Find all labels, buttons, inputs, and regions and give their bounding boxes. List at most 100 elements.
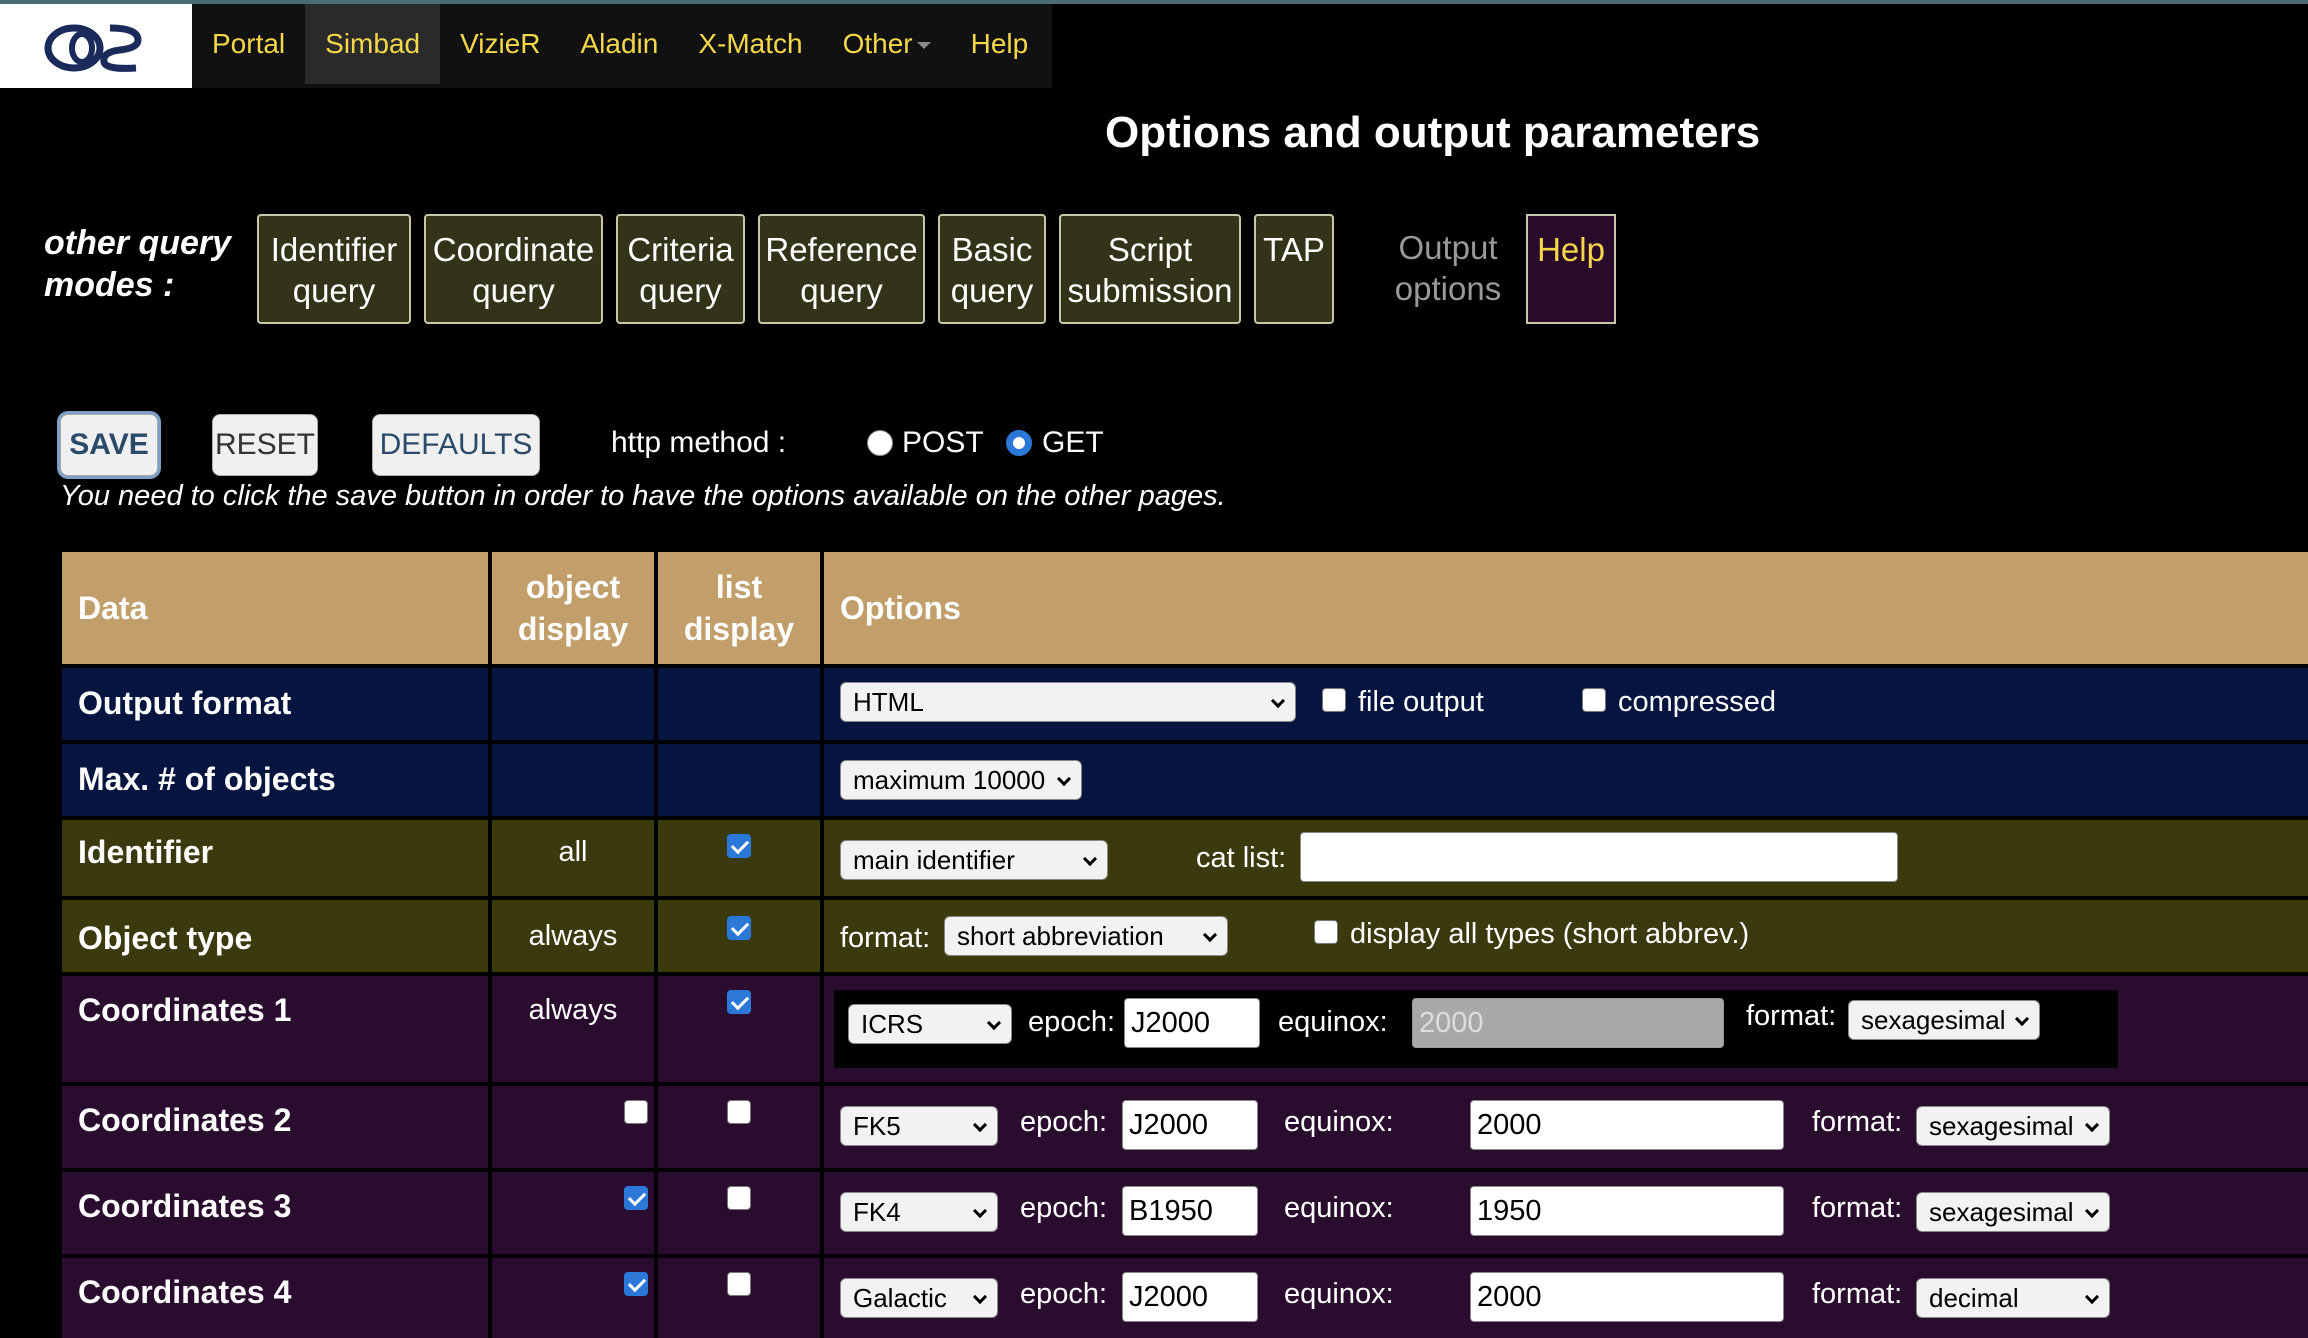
object-cell bbox=[492, 744, 654, 816]
button-line: query bbox=[800, 272, 883, 309]
coords2-list-checkbox[interactable] bbox=[727, 1100, 751, 1124]
list-cell bbox=[658, 668, 820, 740]
coords2-equinox-input[interactable]: 2000 bbox=[1470, 1100, 1784, 1150]
reference-query-button[interactable]: Reference query bbox=[758, 214, 925, 324]
list-cell bbox=[658, 820, 820, 896]
table-row: Coordinates 3 FK4 epoch: B1950 equinox: … bbox=[62, 1172, 2308, 1254]
chevron-down-icon bbox=[916, 42, 931, 50]
chevron-down-icon bbox=[2084, 1203, 2100, 1219]
http-method-label: http method : bbox=[611, 426, 787, 459]
button-line: Coordinate bbox=[432, 231, 595, 268]
options-cell: maximum 10000 bbox=[824, 744, 2308, 816]
chevron-down-icon bbox=[986, 1015, 1002, 1031]
main-nav: Portal Simbad VizieR Aladin X-Match Othe… bbox=[192, 4, 1052, 88]
nav-help[interactable]: Help bbox=[951, 4, 1049, 84]
header-line: display bbox=[683, 611, 795, 647]
compressed-checkbox[interactable] bbox=[1582, 688, 1606, 712]
post-radio[interactable] bbox=[867, 430, 893, 456]
coordinate-query-button[interactable]: Coordinate query bbox=[424, 214, 603, 324]
cat-list-input[interactable] bbox=[1300, 832, 1898, 882]
nav-aladin[interactable]: Aladin bbox=[561, 4, 679, 84]
coords3-object-checkbox[interactable] bbox=[624, 1186, 648, 1210]
object-cell bbox=[492, 1258, 654, 1338]
header-list-display: list display bbox=[658, 552, 820, 664]
row-name: Coordinates 1 bbox=[62, 976, 488, 1082]
header-options: Options bbox=[824, 552, 2308, 664]
identifier-query-button[interactable]: Identifier query bbox=[257, 214, 411, 324]
coords3-list-checkbox[interactable] bbox=[727, 1186, 751, 1210]
coords1-group: ICRS epoch: J2000 equinox: 2000 format: … bbox=[834, 990, 2118, 1068]
coords3-format-select[interactable]: sexagesimal bbox=[1916, 1192, 2110, 1232]
coords1-epoch-input[interactable]: J2000 bbox=[1124, 998, 1260, 1048]
defaults-button[interactable]: DEFAULTS bbox=[372, 414, 540, 476]
list-cell bbox=[658, 744, 820, 816]
nav-other-label: Other bbox=[842, 28, 913, 59]
coords4-frame-select[interactable]: Galactic bbox=[840, 1278, 998, 1318]
max-objects-select[interactable]: maximum 10000 bbox=[840, 760, 1082, 800]
button-line: submission bbox=[1067, 272, 1233, 309]
table-row: Coordinates 1 always ICRS epoch: J2000 e… bbox=[62, 976, 2308, 1082]
select-value: FK4 bbox=[853, 1197, 901, 1227]
script-submission-button[interactable]: Script submission bbox=[1059, 214, 1241, 324]
coords4-equinox-input[interactable]: 2000 bbox=[1470, 1272, 1784, 1322]
select-value: short abbreviation bbox=[957, 921, 1164, 951]
coords2-object-checkbox[interactable] bbox=[624, 1100, 648, 1124]
coords2-frame-select[interactable]: FK5 bbox=[840, 1106, 998, 1146]
save-note: You need to click the save button in ord… bbox=[60, 480, 1226, 512]
button-line: Reference bbox=[765, 231, 918, 268]
epoch-label: epoch: bbox=[1020, 1106, 1108, 1138]
chevron-down-icon bbox=[1056, 771, 1072, 787]
select-value: decimal bbox=[1929, 1283, 2019, 1313]
coords4-format-select[interactable]: decimal bbox=[1916, 1278, 2110, 1318]
reset-button[interactable]: RESET bbox=[212, 414, 318, 476]
coords3-equinox-input[interactable]: 1950 bbox=[1470, 1186, 1784, 1236]
chevron-down-icon bbox=[1082, 851, 1098, 867]
coords3-epoch-input[interactable]: B1950 bbox=[1122, 1186, 1258, 1236]
coords1-frame-select[interactable]: ICRS bbox=[848, 1004, 1012, 1044]
button-line: query bbox=[292, 272, 376, 309]
save-button[interactable]: SAVE bbox=[60, 414, 158, 476]
object-cell bbox=[492, 1172, 654, 1254]
nav-other[interactable]: Other bbox=[823, 4, 951, 84]
cds-logo[interactable] bbox=[0, 4, 192, 88]
coords4-epoch-input[interactable]: J2000 bbox=[1122, 1272, 1258, 1322]
object-type-format-select[interactable]: short abbreviation bbox=[944, 916, 1228, 956]
select-value: sexagesimal bbox=[1929, 1111, 2074, 1141]
tap-button[interactable]: TAP bbox=[1254, 214, 1334, 324]
object-type-format-label: format: bbox=[840, 922, 931, 954]
select-value: HTML bbox=[853, 687, 924, 717]
coords2-epoch-input[interactable]: J2000 bbox=[1122, 1100, 1258, 1150]
coords3-frame-select[interactable]: FK4 bbox=[840, 1192, 998, 1232]
coords4-object-checkbox[interactable] bbox=[624, 1272, 648, 1296]
select-value: maximum 10000 bbox=[853, 765, 1046, 795]
get-radio[interactable] bbox=[1006, 430, 1032, 456]
chevron-down-icon bbox=[2084, 1117, 2100, 1133]
equinox-label: equinox: bbox=[1284, 1278, 1394, 1310]
file-output-checkbox[interactable] bbox=[1322, 688, 1346, 712]
output-format-select[interactable]: HTML bbox=[840, 682, 1296, 722]
epoch-label: epoch: bbox=[1020, 1192, 1108, 1224]
nav-simbad[interactable]: Simbad bbox=[305, 4, 441, 84]
format-label: format: bbox=[1812, 1106, 1903, 1138]
button-line: Script bbox=[1107, 231, 1193, 268]
nav-vizier[interactable]: VizieR bbox=[440, 4, 560, 84]
coords1-list-checkbox[interactable] bbox=[727, 990, 751, 1014]
object-type-list-checkbox[interactable] bbox=[727, 916, 751, 940]
options-cell: FK4 epoch: B1950 equinox: 1950 format: s… bbox=[824, 1172, 2308, 1254]
nav-portal[interactable]: Portal bbox=[192, 4, 305, 84]
coords2-format-select[interactable]: sexagesimal bbox=[1916, 1106, 2110, 1146]
button-line: Criteria bbox=[627, 231, 734, 268]
chevron-down-icon bbox=[972, 1203, 988, 1219]
criteria-query-button[interactable]: Criteria query bbox=[616, 214, 745, 324]
get-label: GET bbox=[1042, 426, 1104, 459]
list-cell bbox=[658, 1258, 820, 1338]
coords1-format-select[interactable]: sexagesimal bbox=[1848, 1000, 2040, 1040]
all-types-checkbox[interactable] bbox=[1314, 920, 1338, 944]
help-button[interactable]: Help bbox=[1526, 214, 1616, 324]
identifier-list-checkbox[interactable] bbox=[727, 834, 751, 858]
options-cell: Galactic epoch: J2000 equinox: 2000 form… bbox=[824, 1258, 2308, 1338]
nav-xmatch[interactable]: X-Match bbox=[678, 4, 822, 84]
identifier-select[interactable]: main identifier bbox=[840, 840, 1108, 880]
basic-query-button[interactable]: Basic query bbox=[938, 214, 1046, 324]
coords4-list-checkbox[interactable] bbox=[727, 1272, 751, 1296]
